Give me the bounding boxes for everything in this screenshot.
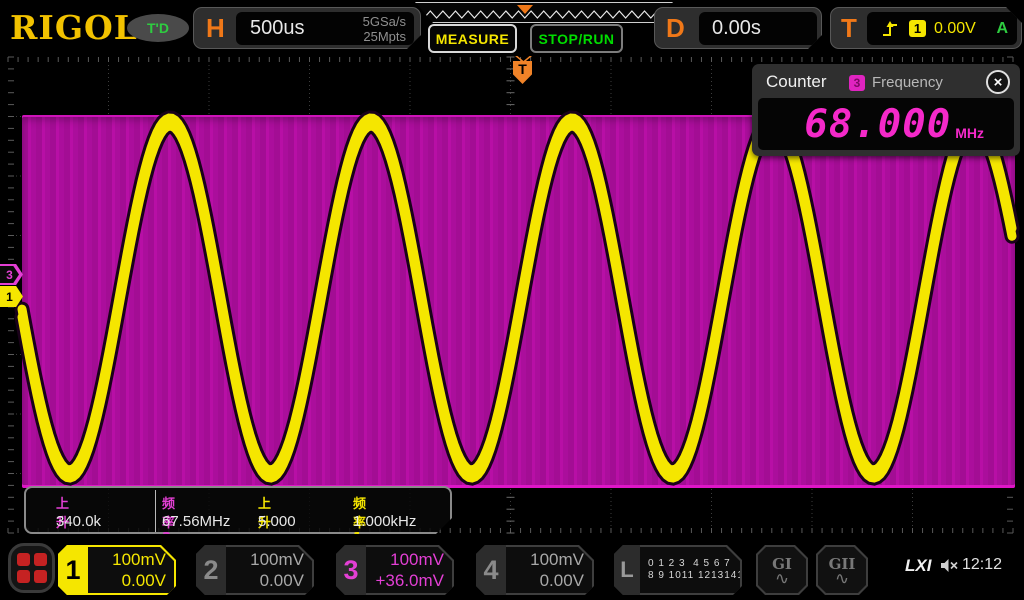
bottom-status-bar: 1 100mV 0.00V 2 100mV 0.00V 3 100mV +36.…: [0, 536, 1024, 600]
channel-3-status-box[interactable]: 3 100mV +36.0mV: [336, 545, 454, 595]
waveform-position-preview[interactable]: [415, 2, 673, 23]
counter-title: Counter: [766, 72, 827, 91]
horizontal-settings-box[interactable]: H 500us 5GSa/s 25Mpts: [193, 7, 421, 49]
delay-label: D: [666, 13, 685, 43]
memory-depth: 25Mpts: [363, 29, 406, 44]
delay-settings-box[interactable]: D 0.00s: [654, 7, 822, 49]
channel-4-number: 4: [476, 545, 506, 595]
channel-4-offset: 0.00V: [539, 571, 584, 590]
acquisition-rates: 5GSa/s 25Mpts: [363, 14, 406, 44]
preview-trigger-marker-icon: [517, 5, 533, 14]
sine-wave-icon: ∿: [834, 569, 850, 589]
menu-button[interactable]: [8, 543, 55, 593]
channel-2-scale: 100mV: [250, 550, 304, 569]
counter-unit: MHz: [955, 125, 984, 141]
measurement-divider: [155, 490, 156, 532]
trigger-label: T: [841, 13, 857, 43]
sample-rate: 5GSa/s: [362, 14, 406, 29]
delay-value: 0.00s: [712, 17, 761, 39]
clock: 12:12: [962, 556, 1003, 573]
measurement-results-panel: 上升沿数3 340.0k 频率3 67.56MHz 上升沿数1 5.000 频率…: [24, 486, 452, 534]
channel-4-scale: 100mV: [530, 550, 584, 569]
oscilloscope-screen: RIGOL T'D H 500us 5GSa/s 25Mpts MEASURE …: [0, 0, 1024, 600]
channel-1-number: 1: [58, 545, 88, 595]
logic-channels-row2: 8 9 1011 12131415: [648, 570, 751, 581]
generator-2-button[interactable]: GII ∿: [816, 545, 868, 595]
counter-mode-label: Frequency: [872, 74, 943, 91]
horizontal-values: 500us 5GSa/s 25Mpts: [236, 12, 414, 45]
channel-1-offset: 0.00V: [121, 571, 166, 590]
speaker-muted-icon[interactable]: [940, 558, 958, 573]
generator-1-button[interactable]: GI ∿: [756, 545, 808, 595]
rising-edge-slope-icon: [881, 20, 899, 38]
counter-display: 68.000 MHz: [758, 98, 1014, 150]
stop-run-button[interactable]: STOP/RUN: [530, 24, 623, 53]
top-status-bar: RIGOL T'D H 500us 5GSa/s 25Mpts MEASURE …: [0, 0, 1024, 56]
channel-3-offset: +36.0mV: [375, 571, 444, 590]
channel-2-offset: 0.00V: [259, 571, 304, 590]
close-icon[interactable]: ×: [986, 70, 1010, 94]
channel-3-scale: 100mV: [390, 550, 444, 569]
trigger-level-value: 0.00V: [934, 19, 976, 37]
channel-4-status-box[interactable]: 4 100mV 0.00V: [476, 545, 594, 595]
trigger-status-badge: T'D: [127, 14, 189, 42]
channel-2-number: 2: [196, 545, 226, 595]
trigger-settings-box[interactable]: T 1 0.00V A: [830, 7, 1022, 49]
sine-wave-icon: ∿: [774, 569, 790, 589]
timebase-value: 500us: [250, 17, 305, 39]
channel-1-scale: 100mV: [112, 550, 166, 569]
preview-zigzag-icon: [423, 10, 664, 19]
channel-3-number: 3: [336, 545, 366, 595]
waveform-display-area: T 3 1 Counter 3 Frequency × 68.000 MHz 上…: [0, 54, 1024, 536]
counter-panel: Counter 3 Frequency × 68.000 MHz: [752, 64, 1020, 156]
horizontal-label: H: [206, 13, 225, 43]
logic-analyzer-status-box[interactable]: L 0 1 2 3 4 5 6 78 9 1011 12131415: [614, 545, 742, 595]
logic-analyzer-label: L: [614, 545, 640, 595]
logic-channels-row1: 0 1 2 3 4 5 6 7: [648, 558, 731, 569]
lxi-logo: LXI: [905, 556, 932, 575]
counter-value: 68.000: [804, 101, 952, 147]
counter-source-badge: 3: [849, 75, 865, 91]
menu-icon: [16, 553, 30, 566]
rigol-logo: RIGOL: [10, 8, 138, 47]
trigger-values: 1 0.00V A: [867, 12, 1017, 45]
channel-2-status-box[interactable]: 2 100mV 0.00V: [196, 545, 314, 595]
trigger-source-badge: 1: [909, 20, 926, 37]
trigger-sweep-mode: A: [996, 19, 1008, 37]
delay-values: 0.00s: [699, 12, 817, 45]
channel-1-status-box[interactable]: 1 100mV 0.00V: [58, 545, 176, 595]
measure-button[interactable]: MEASURE: [428, 24, 517, 53]
